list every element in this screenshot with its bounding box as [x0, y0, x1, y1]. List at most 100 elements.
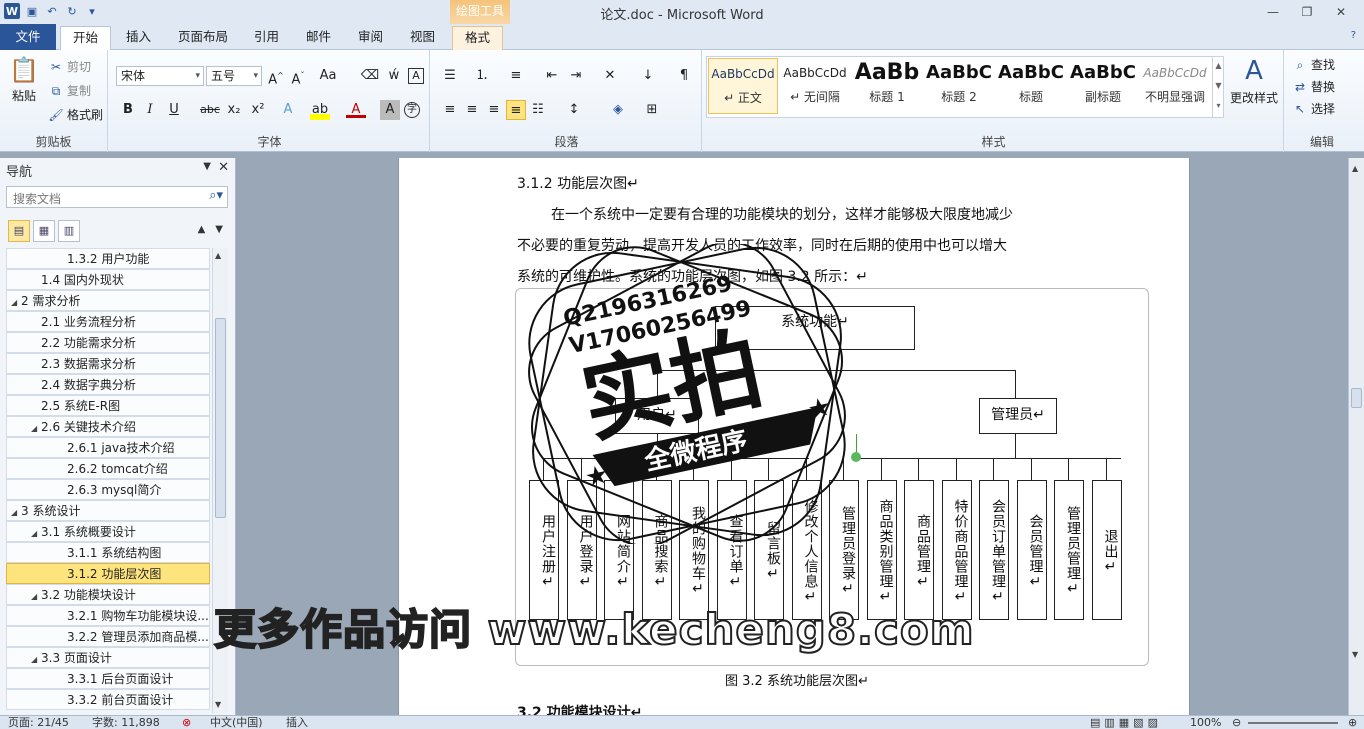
- results-view-icon[interactable]: ▥: [58, 220, 80, 242]
- document-page[interactable]: 3.1.2 功能层次图↵ 在一个系统中一定要有合理的功能模块的划分，这样才能够极…: [398, 158, 1190, 715]
- tab-file[interactable]: 文件: [0, 24, 56, 50]
- nav-heading-item[interactable]: 1.4 国内外现状: [6, 269, 210, 290]
- cut-button[interactable]: ✂ 剪切: [48, 58, 91, 75]
- copy-button[interactable]: ⧉ 复制: [48, 82, 91, 99]
- shading-icon[interactable]: ◈: [608, 100, 628, 120]
- word-count[interactable]: 字数: 11,898: [92, 716, 160, 729]
- style-subtitle[interactable]: AaBbC 副标题: [1068, 58, 1138, 114]
- style-normal[interactable]: AaBbCcDd ↵ 正文: [708, 58, 778, 114]
- doc-scroll-thumb[interactable]: [1351, 388, 1362, 408]
- admin-function-node[interactable]: 会员订单管理↵: [979, 480, 1009, 620]
- nav-heading-item[interactable]: 2.5 系统E-R图: [6, 395, 210, 416]
- nav-heading-item[interactable]: 3.1.1 系统结构图: [6, 542, 210, 563]
- align-right-icon[interactable]: ≡: [484, 100, 504, 120]
- format-painter-button[interactable]: 🖌 格式刷: [48, 106, 103, 123]
- tab-format[interactable]: 格式: [452, 26, 504, 50]
- borders-icon[interactable]: ⊞: [642, 100, 662, 120]
- nav-heading-item[interactable]: 2.1 业务流程分析: [6, 311, 210, 332]
- nav-heading-item[interactable]: ◢ 2 需求分析: [6, 290, 210, 311]
- asian-layout-icon[interactable]: ✕: [600, 66, 620, 86]
- change-styles-button[interactable]: A 更改样式: [1228, 56, 1280, 106]
- admin-function-node[interactable]: 退出↵: [1091, 480, 1122, 620]
- root-node[interactable]: 系统功能↵: [715, 306, 915, 350]
- nav-heading-item[interactable]: 2.6.1 java技术介绍: [6, 437, 210, 458]
- bullets-icon[interactable]: ☰: [440, 66, 460, 86]
- font-color-icon[interactable]: A: [346, 100, 366, 118]
- admin-function-node[interactable]: 管理员管理↵: [1054, 480, 1084, 620]
- user-function-node[interactable]: 商品搜索↵: [641, 480, 672, 620]
- nav-heading-item[interactable]: 2.6.2 tomcat介绍: [6, 458, 210, 479]
- nav-heading-item[interactable]: ◢ 3.1 系统概要设计: [6, 521, 210, 542]
- user-function-node[interactable]: 网站简介↵: [604, 480, 634, 620]
- nav-heading-item[interactable]: 3.2.2 管理员添加商品模...: [6, 626, 210, 647]
- expand-triangle-icon[interactable]: ◢: [11, 503, 21, 520]
- tab-references[interactable]: 引用: [242, 26, 291, 50]
- user-function-node[interactable]: 查看订单↵: [716, 480, 747, 620]
- tab-page-layout[interactable]: 页面布局: [166, 26, 240, 50]
- admin-function-node[interactable]: 特价商品管理↵: [941, 480, 972, 620]
- admin-function-node[interactable]: 管理员登录↵: [829, 480, 859, 620]
- view-buttons-icon[interactable]: ▤▥▦▧▨: [1090, 716, 1162, 729]
- zoom-in-icon[interactable]: ⊕: [1348, 716, 1357, 729]
- find-button[interactable]: ⌕ 查找: [1292, 56, 1335, 73]
- admin-node[interactable]: 管理员↵: [979, 398, 1057, 434]
- text-effects-icon[interactable]: A: [278, 100, 298, 120]
- style-title[interactable]: AaBbC 标题: [996, 58, 1066, 114]
- styles-gallery-scroll[interactable]: ▲ ▼ ▾: [1212, 56, 1224, 118]
- page-counter[interactable]: 页面: 21/45: [8, 716, 69, 729]
- pages-view-icon[interactable]: ▦: [33, 220, 55, 242]
- numbering-icon[interactable]: ⒈: [472, 66, 492, 86]
- search-icon[interactable]: ⌕▾: [209, 188, 223, 203]
- previous-heading-icon[interactable]: ▲: [198, 224, 206, 235]
- nav-heading-item[interactable]: 3.3.2 前台页面设计: [6, 689, 210, 710]
- headings-view-icon[interactable]: ▤: [8, 220, 30, 242]
- tab-home[interactable]: 开始: [60, 26, 112, 50]
- increase-indent-icon[interactable]: ⇥: [566, 66, 586, 86]
- show-marks-icon[interactable]: ¶: [674, 66, 694, 86]
- clear-format-icon[interactable]: ⌫: [360, 66, 380, 86]
- paste-button[interactable]: 📋 粘贴: [8, 56, 40, 104]
- nav-search-input[interactable]: 搜索文档 ⌕▾: [6, 186, 228, 208]
- nav-heading-item[interactable]: 3.3.1 后台页面设计: [6, 668, 210, 689]
- tab-view[interactable]: 视图: [398, 26, 447, 50]
- sort-icon[interactable]: ↓: [638, 66, 658, 86]
- multilevel-list-icon[interactable]: ≡: [506, 66, 526, 86]
- font-name-combo[interactable]: 宋体: [116, 66, 204, 86]
- justify-icon[interactable]: ≡: [506, 100, 526, 120]
- scroll-down-icon[interactable]: ▼: [215, 700, 221, 709]
- subscript-icon[interactable]: x₂: [224, 100, 244, 120]
- zoom-level[interactable]: 100%: [1190, 716, 1221, 729]
- nav-heading-item[interactable]: ◢ 3.2 功能模块设计: [6, 584, 210, 605]
- help-icon[interactable]: ?: [1351, 30, 1356, 41]
- user-function-node[interactable]: 我的购物车↵: [679, 480, 709, 620]
- expand-triangle-icon[interactable]: ◢: [31, 587, 41, 604]
- tab-review[interactable]: 审阅: [346, 26, 395, 50]
- shrink-font-icon[interactable]: Aˇ: [288, 66, 308, 87]
- font-size-combo[interactable]: 五号: [206, 66, 262, 86]
- phonetic-guide-icon[interactable]: ẃ: [384, 66, 404, 86]
- zoom-out-icon[interactable]: ⊖: [1232, 716, 1241, 729]
- bold-icon[interactable]: B: [118, 100, 138, 120]
- style-subtle-emphasis[interactable]: AaBbCcDd 不明显强调: [1140, 58, 1210, 114]
- expand-triangle-icon[interactable]: ◢: [11, 293, 21, 310]
- expand-triangle-icon[interactable]: ◢: [31, 524, 41, 541]
- scroll-up-icon[interactable]: ▲: [215, 251, 221, 260]
- minimize-icon[interactable]: —: [1256, 2, 1290, 22]
- underline-icon[interactable]: U: [164, 100, 184, 120]
- rotation-handle-icon[interactable]: [851, 452, 861, 462]
- language-indicator[interactable]: 中文(中国): [210, 716, 263, 729]
- italic-icon[interactable]: I: [140, 100, 160, 120]
- distributed-icon[interactable]: ☷: [528, 100, 548, 120]
- insert-mode[interactable]: 插入: [286, 716, 308, 729]
- nav-heading-item[interactable]: 1.3.2 用户功能: [6, 248, 210, 269]
- nav-heading-item[interactable]: ◢ 3.3 页面设计: [6, 647, 210, 668]
- nav-heading-item[interactable]: 2.2 功能需求分析: [6, 332, 210, 353]
- expand-triangle-icon[interactable]: ◢: [31, 650, 41, 667]
- select-button[interactable]: ↖ 选择: [1292, 100, 1335, 117]
- nav-heading-item[interactable]: ◢ 3 系统设计: [6, 500, 210, 521]
- nav-heading-item[interactable]: 3.2.1 购物车功能模块设...: [6, 605, 210, 626]
- nav-scrollbar[interactable]: ▲ ▼: [212, 248, 228, 713]
- strikethrough-icon[interactable]: abc: [200, 100, 220, 120]
- char-border-icon[interactable]: A: [408, 68, 424, 84]
- highlight-icon[interactable]: ab: [310, 100, 330, 120]
